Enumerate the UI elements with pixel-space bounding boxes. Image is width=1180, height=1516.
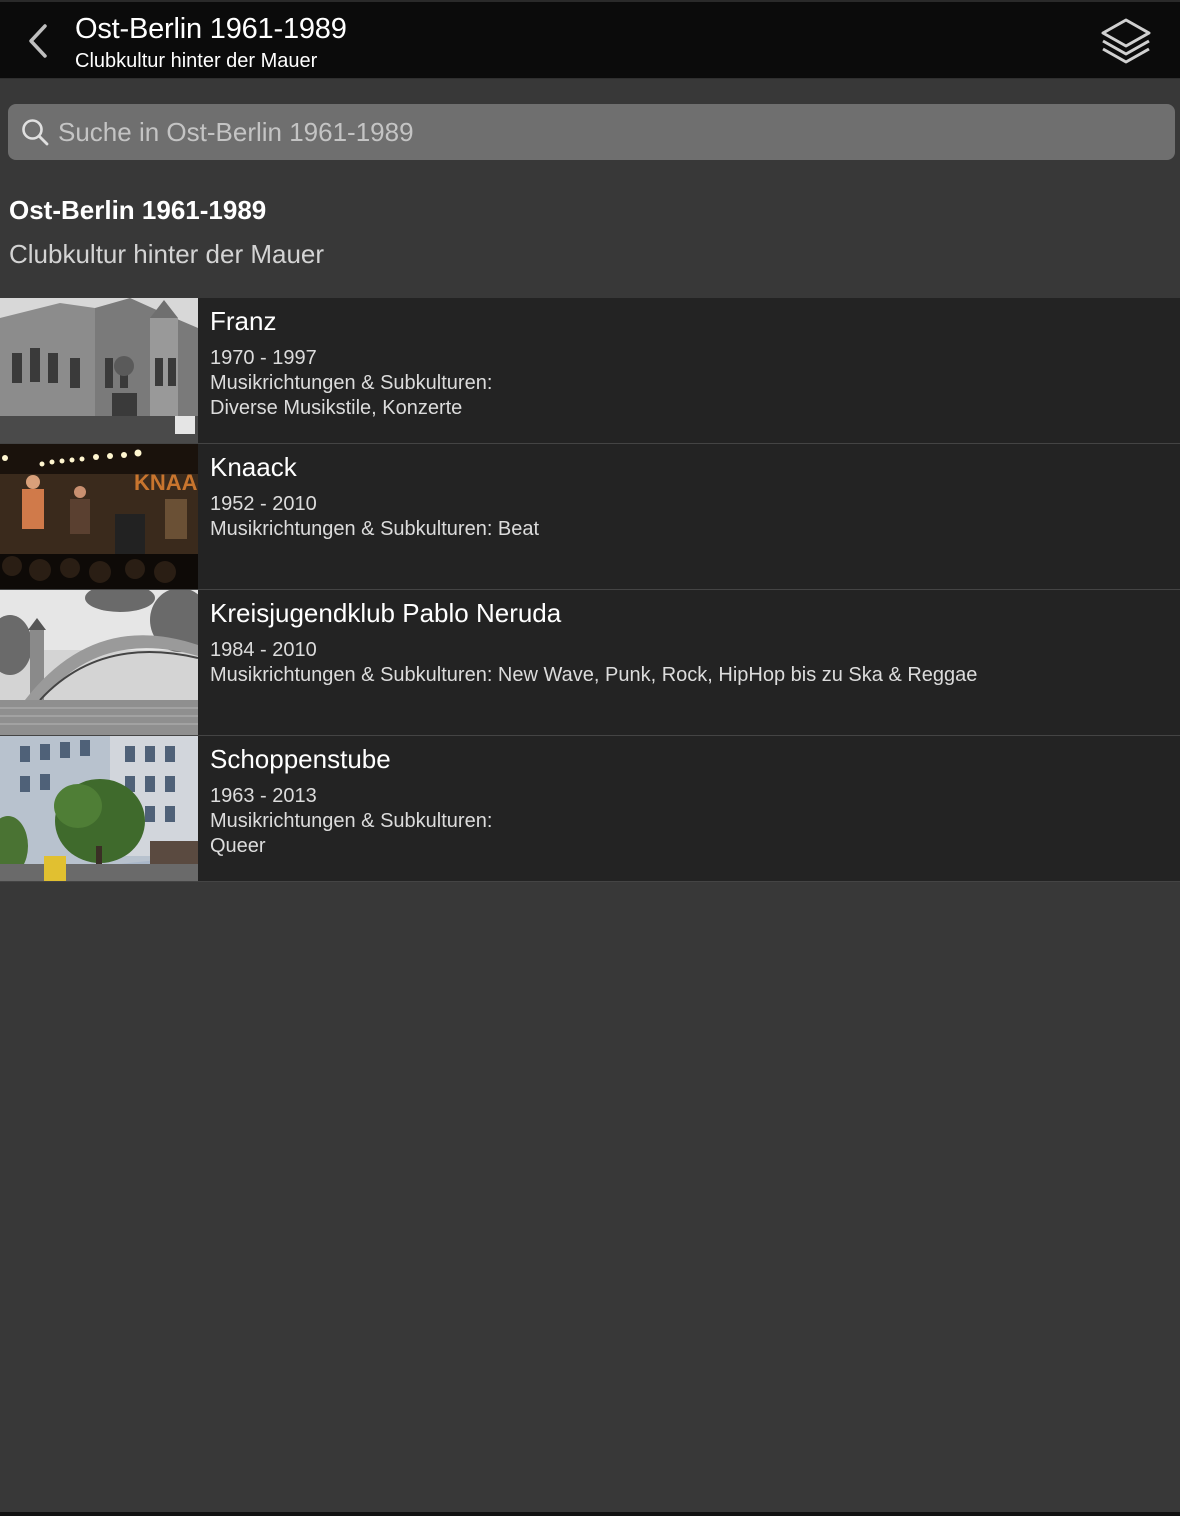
back-button[interactable] [14,16,62,66]
venue-thumbnail-pablo-neruda [0,590,198,735]
section-title: Ost-Berlin 1961-1989 [9,195,267,225]
bottom-edge [0,1512,1180,1516]
section-subtitle: Clubkultur hinter der Mauer [9,239,325,269]
venue-name: Franz [210,306,277,336]
venue-years: 1963 - 2013 [210,785,317,807]
venue-info: Knaack 1952 - 2010 Musikrichtungen & Sub… [198,444,539,589]
venue-genres: Musikrichtungen & Subkulturen: Beat [210,518,540,540]
venue-genres: Musikrichtungen & Subkulturen: Queer [210,810,493,857]
venue-genres: Musikrichtungen & Subkulturen: New Wave,… [210,664,978,686]
venue-thumbnail-schoppenstube [0,736,198,881]
section-header: Ost-Berlin 1961-1989 Clubkultur hinter d… [9,194,324,270]
list-item[interactable]: Kreisjugendklub Pablo Neruda 1984 - 2010… [0,590,1180,736]
navbar-titles: Ost-Berlin 1961-1989 Clubkultur hinter d… [75,12,347,74]
chevron-left-icon [29,24,47,58]
navbar-title: Ost-Berlin 1961-1989 [75,13,347,45]
app-screen: Ost-Berlin 1961-1989 Clubkultur hinter d… [0,0,1180,1516]
knaack-sign-text: KNAACK [134,470,198,495]
layers-button[interactable] [1098,16,1154,68]
navbar-subtitle: Clubkultur hinter der Mauer [75,50,318,72]
venue-years: 1970 - 1997 [210,347,317,369]
layers-icon [1101,18,1151,64]
venue-years: 1952 - 2010 [210,493,317,515]
venue-thumbnail-knaack: KNAACK [0,444,198,589]
search-input[interactable] [56,103,1175,161]
navigation-bar: Ost-Berlin 1961-1989 Clubkultur hinter d… [0,0,1180,79]
list-item[interactable]: Schoppenstube 1963 - 2013 Musikrichtunge… [0,736,1180,882]
venue-name: Knaack [210,452,297,482]
venue-thumbnail-franz [0,298,198,443]
venue-name: Schoppenstube [210,744,391,774]
venue-info: Schoppenstube 1963 - 2013 Musikrichtunge… [198,736,492,881]
list-item[interactable]: KNAACK Knaack 1952 - 20 [0,444,1180,590]
search-icon [20,117,50,147]
venue-info: Franz 1970 - 1997 Musikrichtungen & Subk… [198,298,492,443]
venue-info: Kreisjugendklub Pablo Neruda 1984 - 2010… [198,590,977,735]
list-item[interactable]: Franz 1970 - 1997 Musikrichtungen & Subk… [0,298,1180,444]
venue-years: 1984 - 2010 [210,639,317,661]
search-bar[interactable] [8,103,1175,161]
venue-name: Kreisjugendklub Pablo Neruda [210,598,562,628]
venue-list: Franz 1970 - 1997 Musikrichtungen & Subk… [0,298,1180,882]
venue-genres: Musikrichtungen & Subkulturen: Diverse M… [210,372,493,419]
